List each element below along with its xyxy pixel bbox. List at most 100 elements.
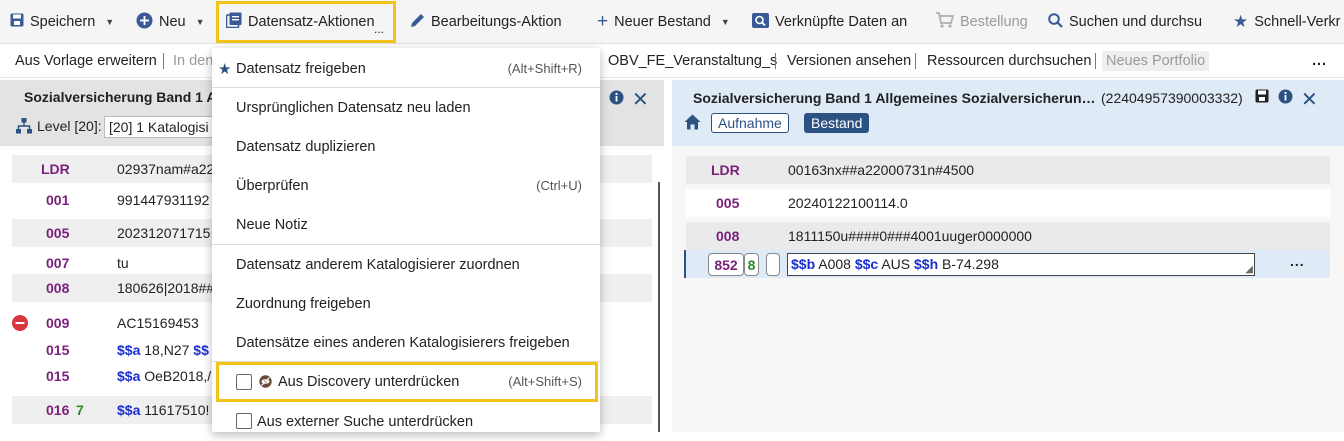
marc-edit-row[interactable]: 852 8 $$b A008 $$c AUS $$h B-74.298 ◢ ..… [684,250,1330,278]
quick-access-button[interactable]: ★ Schnell-Verkr [1233,0,1340,44]
level-select[interactable]: [20] 1 Katalogisi [104,116,224,138]
menu-item-label: Datensätze eines anderen Katalogisierers… [236,334,570,351]
subfield-code: $$c [854,256,879,272]
divider [163,53,164,69]
order-button[interactable]: Bestellung [936,0,1028,44]
pane-splitter[interactable] [658,182,660,432]
info-icon[interactable] [1278,89,1293,107]
edit-actions-button[interactable]: Bearbeitungs-Aktion [410,0,562,44]
pencil-icon [410,13,425,32]
menu-item-validate[interactable]: Überprüfen (Ctrl+U) [212,166,600,205]
menu-item-assign-cataloger[interactable]: Datensatz anderem Katalogisierer zuordne… [212,245,600,284]
subfield-code: $$ [193,342,209,358]
menu-item-shortcut: (Alt+Shift+R) [507,61,582,76]
tab-record[interactable]: Aufnahme [711,113,789,133]
quick-access-label: Schnell-Verkr [1254,14,1341,30]
marc-tag: 005 [46,225,70,241]
resources-link[interactable]: Ressourcen durchsuchen [927,44,1091,78]
more-options-icon[interactable]: ... [1290,253,1305,269]
menu-item-reload-original[interactable]: Ursprünglichen Datensatz neu laden [212,88,600,127]
right-record-title: Sozialversicherung Band 1 Allgemeines So… [693,90,1096,106]
marc-tag: 009 [46,315,70,331]
in-den-link[interactable]: In den [173,44,213,78]
menu-item-release-record[interactable]: ★ Datensatz freigeben (Alt+Shift+R) [212,49,600,88]
subfield-code: $$h [914,256,939,272]
indicator1-input[interactable]: 8 [744,253,759,276]
save-icon [10,13,24,31]
marc-tag: 015 [46,368,70,384]
marc-content: 11617510! [144,402,210,418]
new-button[interactable]: Neu ▼ [136,0,205,44]
search-icon [1048,12,1063,32]
save-icon[interactable] [1255,89,1269,106]
tag-input[interactable]: 852 [708,253,744,276]
menu-item-release-assignment[interactable]: Zuordnung freigeben [212,284,600,323]
field-content-input[interactable]: $$b A008 $$c AUS $$h B-74.298 ◢ [787,253,1255,276]
marc-content: 202312071715 [117,225,211,241]
new-label: Neu [159,14,186,30]
resize-handle-icon[interactable]: ◢ [1245,264,1253,275]
extend-template-link[interactable]: Aus Vorlage erweitern [15,44,157,78]
linked-data-button[interactable]: Verknüpfte Daten an [752,0,907,44]
linked-data-icon [752,12,769,32]
marc-tag: 016 [46,402,70,418]
info-icon[interactable] [609,90,624,108]
edit-actions-label: Bearbeitungs-Aktion [431,14,562,30]
right-record-body: LDR 00163nx##a22000731n#4500 005 2024012… [672,146,1344,432]
home-icon[interactable] [684,114,701,133]
menu-item-label: Überprüfen [236,177,309,194]
marc-content: 1811150u####0###4001uuger0000000 [788,228,1032,244]
search-label: Suchen und durchsu [1069,14,1203,30]
marc-tag: LDR [711,162,740,178]
new-holding-button[interactable]: + Neuer Bestand ▼ [597,0,730,44]
indicator2-input[interactable] [766,253,780,276]
order-label: Bestellung [960,14,1028,30]
subfield-code: $$a [117,368,141,384]
suppress-external-checkbox[interactable] [236,413,252,429]
menu-item-new-note[interactable]: Neue Notiz [212,205,600,244]
record-actions-menu: ★ Datensatz freigeben (Alt+Shift+R) Ursp… [212,48,600,432]
menu-item-release-other-cataloger[interactable]: Datensätze eines anderen Katalogisierers… [212,323,600,362]
menu-item-label: Zuordnung freigeben [236,295,371,312]
cart-icon [936,12,955,32]
close-icon[interactable]: ✕ [632,87,649,112]
divider [1095,53,1096,69]
menu-item-shortcut: (Ctrl+U) [536,178,582,193]
close-icon[interactable]: ✕ [1301,87,1318,112]
more-options-icon[interactable]: ... [1312,44,1327,78]
marc-content: 00163nx##a22000731n#4500 [788,162,975,178]
marc-indicator: 7 [76,402,84,418]
marc-tag: 852 [714,256,738,273]
marc-content: tu [117,255,129,271]
divider [915,53,916,69]
marc-row[interactable]: 005 20240122100114.0 [686,189,1330,217]
chevron-down-icon: ▼ [105,17,115,27]
search-button[interactable]: Suchen und durchsu [1048,0,1202,44]
marc-tag: 001 [46,192,70,208]
highlight-frame [216,362,598,402]
versions-link[interactable]: Versionen ansehen [787,44,911,78]
marc-tag: 007 [46,255,70,271]
tab-holding[interactable]: Bestand [804,113,870,133]
menu-item-suppress-external-search[interactable]: Aus externer Suche unterdrücken [212,402,600,441]
linked-data-label: Verknüpfte Daten an [775,14,908,30]
subfield-code: $$b [791,256,816,272]
new-portfolio-link[interactable]: Neues Portfolio [1102,51,1210,71]
chevron-down-icon: ▼ [195,17,205,27]
marc-row[interactable]: LDR 00163nx##a22000731n#4500 [686,156,1330,184]
subfield-value: AUS [881,256,911,272]
subfield-code: $$a [117,402,141,418]
star-icon: ★ [1233,12,1249,31]
marc-content: 180626|2018## [117,280,215,296]
save-button[interactable]: Speichern ▼ [10,0,114,44]
menu-item-label: Datensatz anderem Katalogisierer zuordne… [236,256,520,273]
marc-content: 991447931192 [117,192,210,208]
remove-icon[interactable] [12,315,28,334]
main-toolbar: Speichern ▼ Neu ▼ Datensatz-Aktionen ...… [0,0,1344,44]
left-record-title: Sozialversicherung Band 1 Al [24,89,221,105]
obv-link[interactable]: OBV_FE_Veranstaltung_s [608,44,777,78]
menu-item-duplicate[interactable]: Datensatz duplizieren [212,127,600,166]
marc-row[interactable]: 008 1811150u####0###4001uuger0000000 [686,222,1330,250]
secondary-toolbar: Aus Vorlage erweitern In den OBV_FE_Vera… [0,44,1344,78]
star-icon: ★ [218,60,232,78]
